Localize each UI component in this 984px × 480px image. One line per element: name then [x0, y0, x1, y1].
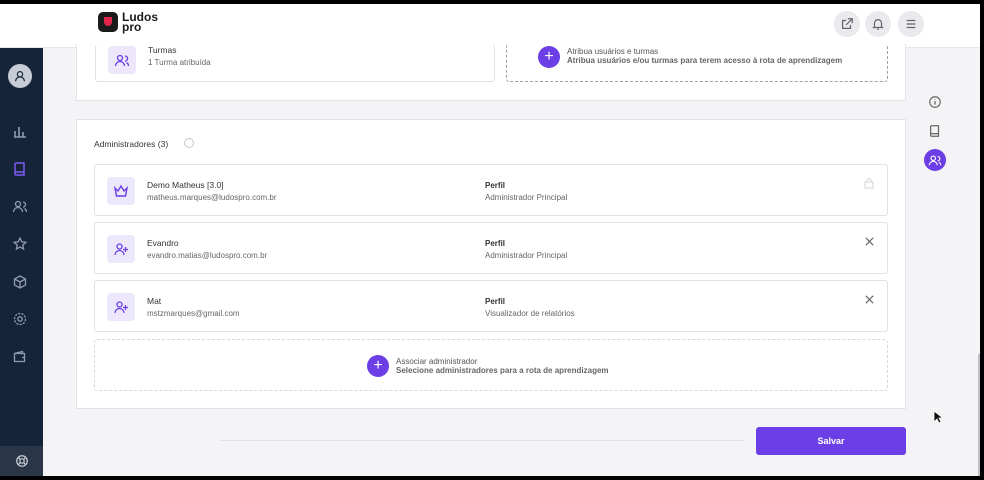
book-icon — [930, 125, 940, 137]
admin-row-icon-box — [107, 177, 135, 205]
groups-icon-box — [108, 46, 136, 74]
admin-profile-label: Perfil — [485, 297, 506, 306]
gear-icon — [13, 312, 27, 326]
sidebar — [0, 48, 43, 476]
remove-admin-button[interactable] — [863, 293, 875, 305]
save-button[interactable]: Salvar — [756, 427, 906, 455]
mouse-cursor-icon — [933, 410, 943, 424]
users-icon — [928, 155, 942, 166]
admins-card: Administradores (3) Demo Matheus [3.0] m… — [76, 119, 906, 409]
admin-row-icon-box — [107, 293, 135, 321]
admins-title: Administradores (3) — [94, 139, 169, 149]
assignment-card: Turmas 1 Turma atribuída + Atribua usuár… — [76, 44, 906, 101]
user-icon — [15, 71, 25, 82]
admin-email: matheus.marques@ludospro.com.br — [147, 193, 277, 202]
sidebar-item-content[interactable] — [11, 273, 29, 291]
associate-plus-button[interactable]: + — [367, 355, 389, 377]
users-icon — [114, 54, 130, 67]
hamburger-menu-icon — [906, 19, 916, 29]
groups-title: Turmas — [148, 45, 177, 55]
admin-row: Mat mstzmarques@gmail.com Perfil Visuali… — [94, 280, 888, 332]
info-icon — [929, 96, 941, 108]
bar-chart-icon — [14, 127, 26, 138]
footer-divider — [220, 440, 744, 441]
cube-icon — [13, 275, 27, 289]
admin-email: mstzmarques@gmail.com — [147, 309, 240, 318]
admin-name: Mat — [147, 296, 162, 306]
sidebar-item-wallet[interactable] — [11, 348, 29, 366]
close-icon — [864, 236, 874, 246]
rail-users-button[interactable] — [924, 149, 946, 171]
admin-profile-label: Perfil — [485, 181, 506, 190]
bell-icon — [872, 19, 884, 30]
admin-name: Demo Matheus [3.0] — [147, 180, 224, 190]
assign-subtitle: Atribua usuários e/ou turmas para terem … — [567, 56, 843, 65]
user-avatar[interactable] — [8, 64, 32, 88]
sidebar-item-learning-paths[interactable] — [11, 160, 29, 178]
groups-subtitle: 1 Turma atribuída — [148, 58, 211, 67]
wallet-icon — [13, 350, 26, 363]
logo[interactable]: Ludos pro — [98, 11, 162, 33]
admin-row: Demo Matheus [3.0] matheus.marques@ludos… — [94, 164, 888, 216]
admin-profile-value: Administrador Principal — [485, 251, 568, 260]
associate-admin-dropzone[interactable]: + Associar administrador Selecione admin… — [94, 339, 888, 391]
sidebar-item-users[interactable] — [11, 197, 29, 215]
remove-admin-button[interactable] — [863, 235, 875, 247]
star-icon — [12, 236, 28, 251]
associate-subtitle: Selecione administradores para a rota de… — [396, 366, 609, 375]
users-icon — [12, 200, 28, 213]
sidebar-item-favorites[interactable] — [11, 235, 29, 253]
user-plus-icon — [114, 301, 128, 314]
lifebuoy-icon — [15, 455, 28, 467]
sidebar-help[interactable] — [0, 446, 43, 476]
crown-icon — [113, 184, 129, 197]
admin-name: Evandro — [147, 238, 179, 248]
assign-users-dropzone[interactable]: + Atribua usuários e turmas Atribua usuá… — [506, 44, 888, 82]
admin-row-icon-box — [107, 235, 135, 263]
sidebar-item-reports[interactable] — [11, 122, 29, 140]
sidebar-item-settings[interactable] — [11, 310, 29, 328]
admin-profile-label: Perfil — [485, 239, 506, 248]
admin-profile-value: Administrador Principal — [485, 193, 568, 202]
top-bar: Ludos pro — [0, 4, 980, 48]
external-link-button[interactable] — [834, 11, 860, 37]
rail-info-button[interactable] — [924, 91, 946, 113]
assign-title: Atribua usuários e turmas — [567, 47, 659, 56]
logo-mark-icon — [98, 12, 118, 32]
app-window: Ludos pro Turmas 1 Turma atribuída + Atr… — [0, 4, 980, 476]
notifications-button[interactable] — [865, 11, 891, 37]
close-icon — [864, 294, 874, 304]
rail-content-button[interactable] — [924, 120, 946, 142]
assign-plus-button[interactable]: + — [538, 46, 560, 68]
page-scrollbar[interactable] — [978, 354, 980, 476]
admin-email: evandro.matias@ludospro.com.br — [147, 251, 268, 260]
external-link-icon — [842, 18, 853, 29]
book-icon — [14, 162, 25, 176]
admin-row: Evandro evandro.matias@ludospro.com.br P… — [94, 222, 888, 274]
info-icon[interactable] — [184, 138, 194, 148]
user-plus-icon — [114, 243, 128, 256]
groups-row[interactable]: Turmas 1 Turma atribuída — [95, 44, 495, 82]
associate-title: Associar administrador — [396, 357, 478, 366]
menu-button[interactable] — [898, 11, 924, 37]
admin-profile-value: Visualizador de relatórios — [485, 309, 575, 318]
lock-icon — [863, 177, 875, 189]
